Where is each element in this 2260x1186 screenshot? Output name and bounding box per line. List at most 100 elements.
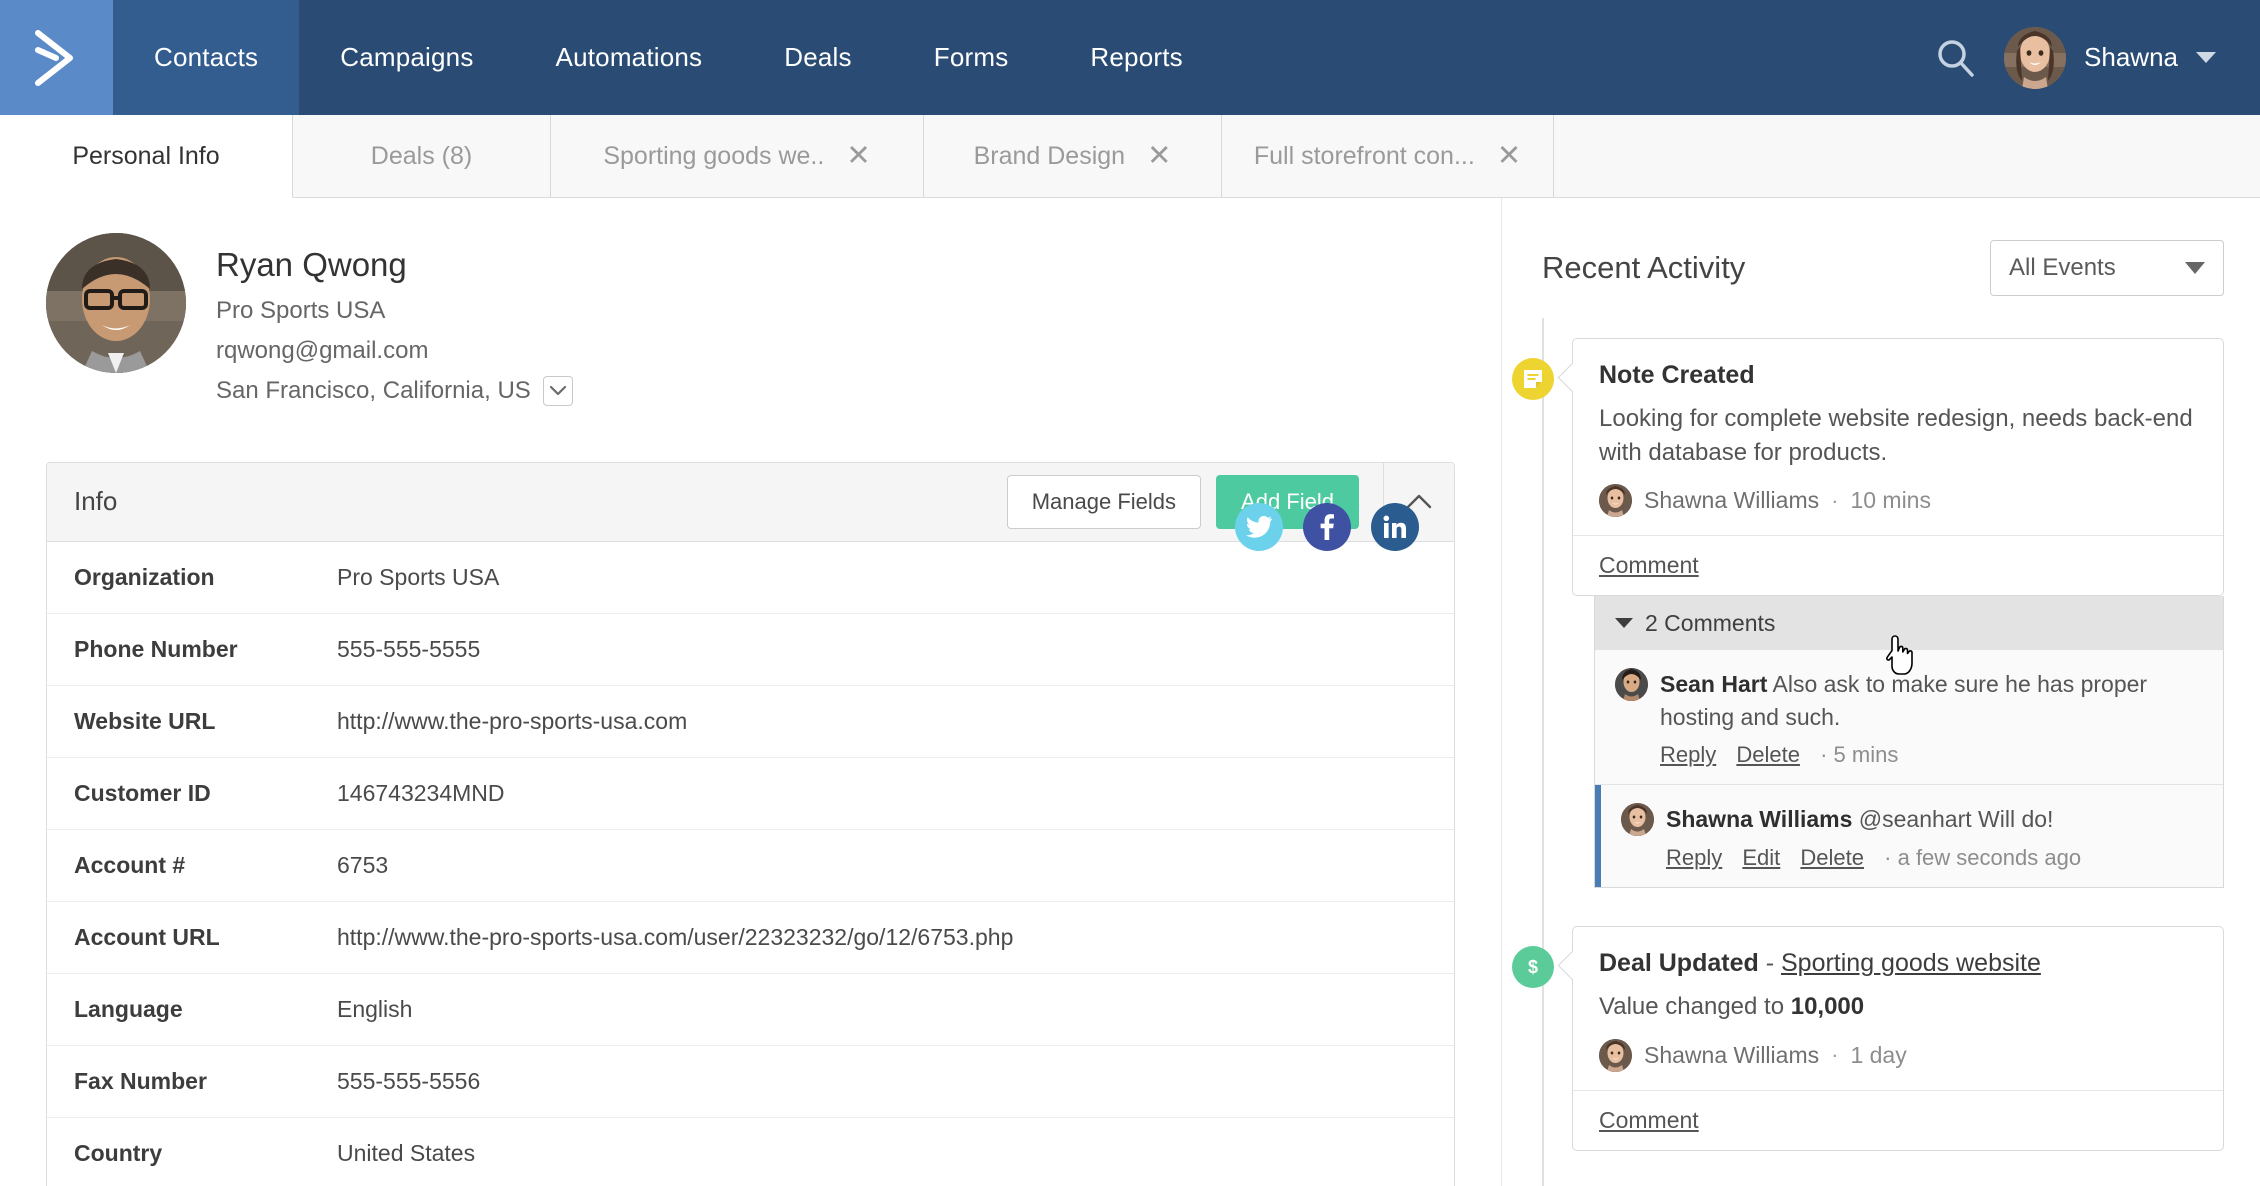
avatar: [1615, 668, 1648, 702]
edit-link[interactable]: Edit: [1742, 845, 1780, 870]
activity-card: Note Created Looking for complete websit…: [1572, 338, 2224, 597]
nav-item-reports[interactable]: Reports: [1049, 0, 1223, 115]
event-filter-select[interactable]: All Events: [1990, 240, 2224, 296]
contact-meta: Ryan Qwong Pro Sports USA rqwong@gmail.c…: [216, 233, 573, 407]
nav-right-group: Shawna: [1934, 0, 2260, 115]
deal-link[interactable]: Sporting goods website: [1781, 949, 2041, 977]
location-expand-button[interactable]: [542, 375, 573, 406]
table-row[interactable]: Phone Number 555-555-5555: [47, 613, 1454, 686]
reply-link[interactable]: Reply: [1660, 742, 1716, 767]
delete-link[interactable]: Delete: [1736, 742, 1800, 767]
comments-count-label: 2 Comments: [1645, 609, 1776, 636]
comment-link[interactable]: Comment: [1599, 552, 1699, 578]
linkedin-link[interactable]: [1371, 503, 1419, 551]
comment-body: Shawna Williams @seanhart Will do!: [1666, 803, 2053, 836]
event-timestamp: 10 mins: [1850, 487, 1931, 514]
tab-sporting-goods-website[interactable]: Sporting goods we.. ✕: [551, 115, 924, 197]
separator: ·: [1831, 487, 1839, 513]
contact-details-pane: Ryan Qwong Pro Sports USA rqwong@gmail.c…: [0, 198, 1502, 1186]
contact-name: Ryan Qwong: [216, 246, 407, 283]
table-row[interactable]: Account URL http://www.the-pro-sports-us…: [47, 901, 1454, 974]
chevron-logo-icon: [34, 29, 73, 86]
nav-item-automations[interactable]: Automations: [515, 0, 744, 115]
field-label: Account #: [74, 851, 186, 878]
close-icon[interactable]: ✕: [1497, 141, 1521, 171]
user-name-label: Shawna: [2084, 42, 2178, 72]
app-logo[interactable]: [0, 0, 113, 115]
event-title: Deal Updated - Sporting goods website: [1599, 949, 2197, 978]
chevron-down-icon: [2185, 262, 2205, 274]
field-value: http://www.the-pro-sports-usa.com/user/2…: [337, 923, 1014, 950]
list-item: Shawna Williams @seanhart Will do! Reply…: [1595, 785, 2223, 888]
page-body: Ryan Qwong Pro Sports USA rqwong@gmail.c…: [0, 198, 2260, 1186]
tab-personal-info[interactable]: Personal Info: [0, 115, 293, 198]
close-icon[interactable]: ✕: [846, 141, 870, 171]
nav-item-forms[interactable]: Forms: [893, 0, 1050, 115]
social-links: [1235, 503, 1419, 551]
field-label: Account URL: [74, 923, 220, 950]
table-row[interactable]: Language English: [47, 973, 1454, 1046]
comment-line: Sean Hart Also ask to make sure he has p…: [1615, 668, 2203, 733]
activity-event-note-created: Note Created Looking for complete websit…: [1512, 338, 2224, 889]
avatar: [1599, 1038, 1632, 1072]
avatar: [2004, 26, 2067, 89]
event-title-text: Deal Updated: [1599, 949, 1759, 978]
table-row[interactable]: Account # 6753: [47, 829, 1454, 902]
reply-link[interactable]: Reply: [1666, 845, 1722, 870]
event-text: Value changed to 10,000: [1599, 990, 2197, 1024]
table-row[interactable]: Website URL http://www.the-pro-sports-us…: [47, 685, 1454, 758]
delete-link[interactable]: Delete: [1800, 845, 1864, 870]
table-row[interactable]: Fax Number 555-555-5556: [47, 1045, 1454, 1118]
field-value: Pro Sports USA: [337, 563, 500, 590]
field-label: Country: [74, 1140, 163, 1167]
nav-item-deals[interactable]: Deals: [743, 0, 892, 115]
table-row[interactable]: Customer ID 146743234MND: [47, 757, 1454, 830]
table-row[interactable]: Organization Pro Sports USA: [47, 541, 1454, 614]
twitter-link[interactable]: [1235, 503, 1283, 551]
contact-location: San Francisco, California, US: [216, 377, 531, 405]
search-icon[interactable]: [1934, 36, 1978, 80]
nav-item-contacts[interactable]: Contacts: [113, 0, 300, 115]
event-text-prefix: Value changed to: [1599, 993, 1791, 1021]
top-navigation-bar: Contacts Campaigns Automations Deals For…: [0, 0, 2260, 115]
separator: ·: [1831, 1042, 1839, 1068]
separator: ·: [1884, 845, 1892, 871]
field-value: 555-555-5555: [337, 635, 481, 662]
separator: ·: [1820, 742, 1828, 768]
triangle-down-icon: [1615, 618, 1633, 629]
contact-location-row: San Francisco, California, US: [216, 375, 573, 406]
nav-label: Contacts: [154, 42, 259, 72]
table-row[interactable]: Country United States: [47, 1117, 1454, 1186]
comment-line: Shawna Williams @seanhart Will do!: [1621, 803, 2203, 837]
event-filter-value: All Events: [2009, 254, 2116, 281]
tab-label: Deals (8): [370, 141, 473, 170]
manage-fields-button[interactable]: Manage Fields: [1006, 474, 1202, 529]
nav-item-campaigns[interactable]: Campaigns: [299, 0, 514, 115]
user-menu[interactable]: Shawna: [2004, 26, 2216, 89]
comment-author: Sean Hart: [1660, 671, 1768, 698]
close-icon[interactable]: ✕: [1147, 141, 1171, 171]
facebook-link[interactable]: [1303, 503, 1351, 551]
info-panel-title: Info: [74, 486, 118, 517]
pointer-cursor-icon: [1886, 635, 1913, 675]
comment-body: Sean Hart Also ask to make sure he has p…: [1660, 668, 2203, 733]
contact-email: rqwong@gmail.com: [216, 337, 429, 365]
contact-tab-bar: Personal Info Deals (8) Sporting goods w…: [0, 115, 2260, 198]
field-label: Fax Number: [74, 1067, 207, 1094]
activity-card-body: Deal Updated - Sporting goods website Va…: [1573, 927, 2223, 1089]
event-value: 10,000: [1790, 993, 1865, 1021]
contact-header: Ryan Qwong Pro Sports USA rqwong@gmail.c…: [0, 198, 1501, 407]
contact-avatar: [46, 233, 186, 373]
event-timestamp: 1 day: [1850, 1041, 1907, 1068]
tab-full-storefront-concept[interactable]: Full storefront con... ✕: [1222, 115, 1554, 197]
svg-text:$: $: [1528, 957, 1538, 977]
title-dash: -: [1765, 949, 1775, 978]
nav-label: Forms: [933, 42, 1009, 72]
field-value: http://www.the-pro-sports-usa.com: [337, 707, 688, 734]
twitter-icon: [1246, 516, 1272, 538]
activity-card-body: Note Created Looking for complete websit…: [1573, 339, 2223, 535]
tab-label: Full storefront con...: [1253, 141, 1475, 170]
tab-brand-design[interactable]: Brand Design ✕: [924, 115, 1222, 197]
tab-deals[interactable]: Deals (8): [293, 115, 551, 197]
comment-link[interactable]: Comment: [1599, 1107, 1699, 1133]
